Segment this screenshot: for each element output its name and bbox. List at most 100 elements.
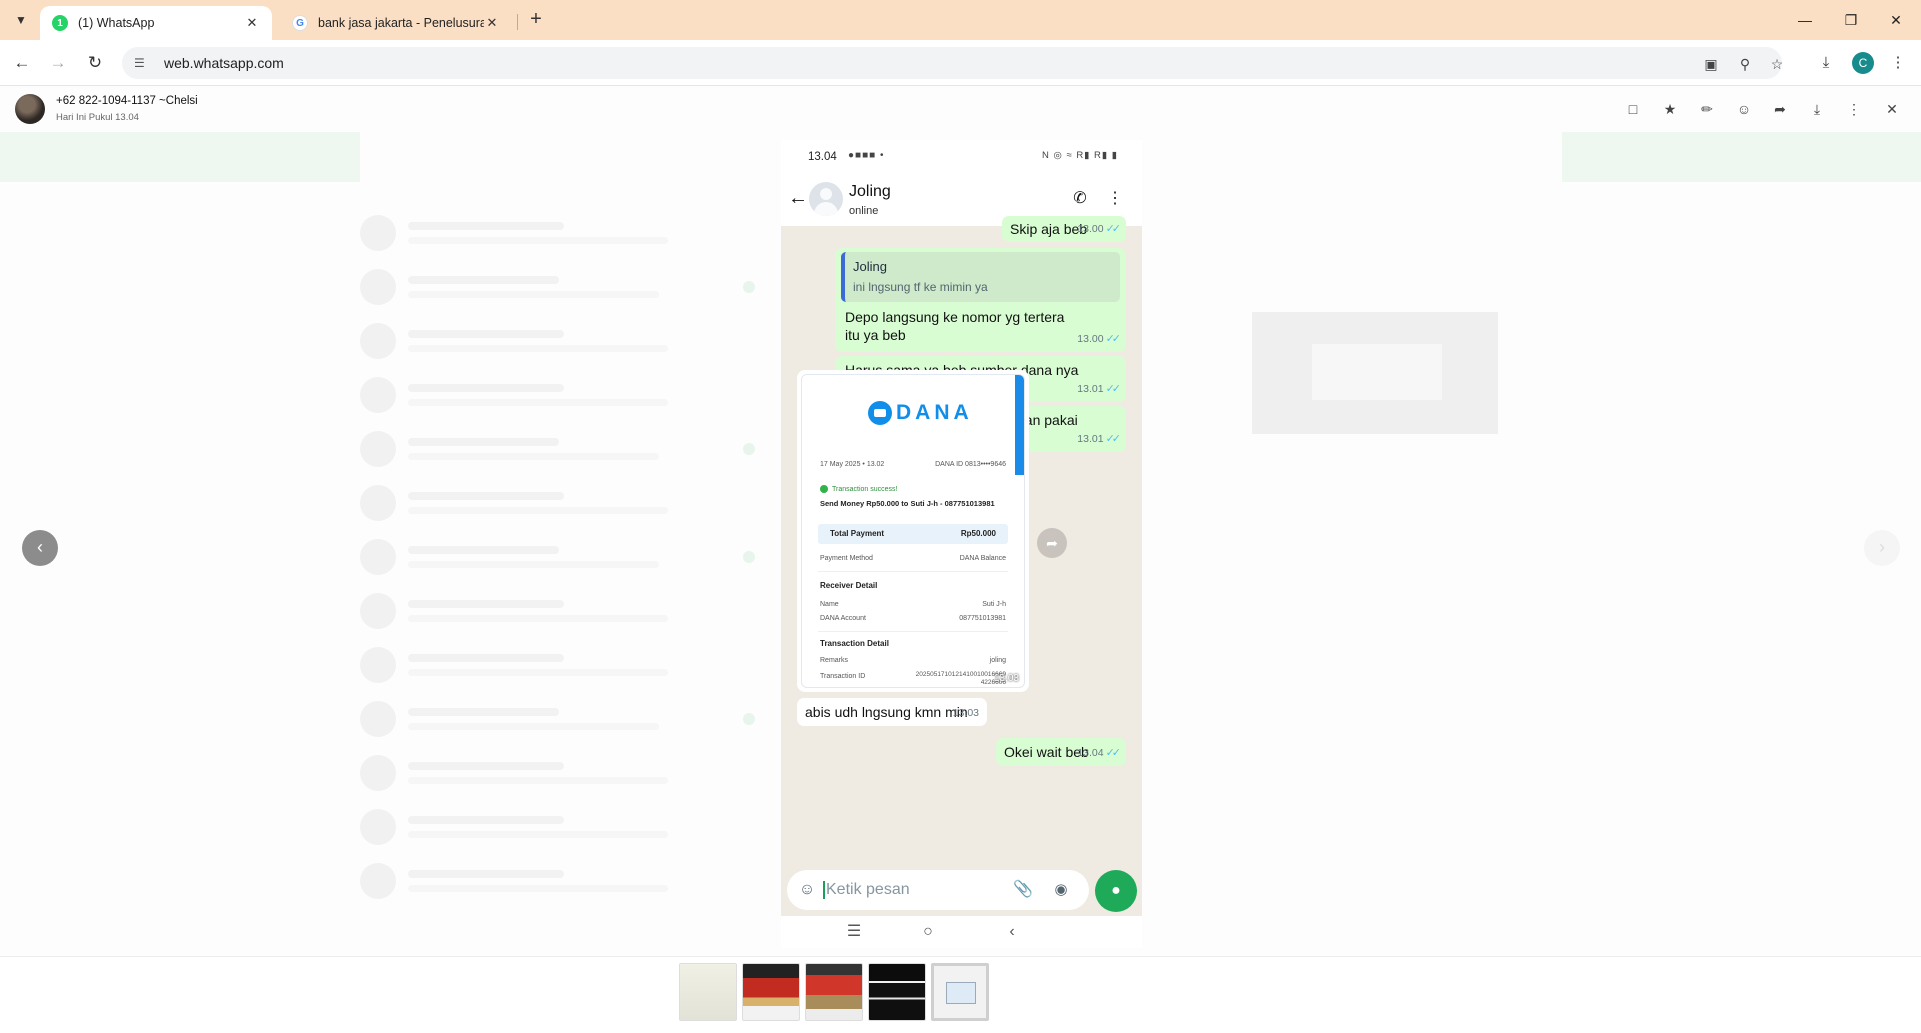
media-thumbnail[interactable]: [805, 963, 863, 1021]
more-options-icon[interactable]: ⋮: [1844, 99, 1864, 119]
double-check-icon: ✓✓: [1105, 433, 1122, 445]
reload-icon[interactable]: ↻: [83, 51, 107, 75]
double-check-icon: ✓✓: [1105, 223, 1122, 235]
quote-text: ini lngsung tf ke mimin ya: [853, 280, 988, 294]
android-nav-bar: ☰ ○ ‹: [781, 916, 1142, 948]
nav-back-chevron-icon: ‹: [1009, 923, 1015, 940]
media-thumbnail[interactable]: [868, 963, 926, 1021]
minimize-icon[interactable]: —: [1793, 8, 1817, 32]
receipt-receiver-title: Receiver Detail: [820, 581, 878, 590]
receipt-method-label: Payment Method: [820, 555, 873, 562]
contact-avatar: [809, 182, 843, 216]
backdrop-preview-card: [1252, 312, 1498, 434]
quote-author: Joling: [853, 259, 887, 274]
restore-icon[interactable]: ❐: [1839, 8, 1863, 32]
microphone-icon: ●: [1095, 870, 1137, 912]
pin-icon[interactable]: ✏: [1697, 99, 1717, 119]
receipt-header: [802, 375, 1024, 475]
tab-google-search[interactable]: G bank jasa jakarta - Penelusuran ✕: [280, 6, 512, 40]
message-meta: 13.00 ✓✓: [1077, 330, 1122, 348]
message-time: 13.03: [952, 707, 979, 719]
signal-battery-icons: N ◎ ≈ R▮ R▮ ▮: [1042, 150, 1118, 161]
receipt-remarks-value: joling: [989, 657, 1006, 664]
receipt-total-value: Rp50.000: [960, 529, 996, 538]
list-item: [360, 314, 755, 368]
backdrop-banner: [1562, 132, 1921, 182]
next-media-chevron-icon[interactable]: ›: [1864, 530, 1900, 566]
browser-toolbar: ← → ↻ ☰ web.whatsapp.com ▣ ⚲ ☆ ⤓ C ⋮: [0, 40, 1921, 86]
back-arrow-icon[interactable]: ←: [10, 51, 34, 75]
tab-title: bank jasa jakarta - Penelusuran: [318, 16, 484, 30]
list-item: [360, 476, 755, 530]
receipt-remarks-label: Remarks: [820, 657, 849, 664]
sender-timestamp: Hari Ini Pukul 13.04: [56, 112, 139, 123]
tab-whatsapp[interactable]: 1 (1) WhatsApp ✕: [40, 6, 272, 40]
media-thumbnail[interactable]: [679, 963, 737, 1021]
message-input: [826, 880, 1006, 900]
message-meta: 13.01 ✓✓: [1077, 380, 1121, 398]
sender-name: +62 822-1094-1137 ~Chelsi: [56, 95, 198, 107]
list-item: [360, 206, 755, 260]
browser-menu-icon[interactable]: ⋮: [1886, 51, 1910, 75]
browser-tab-bar: ▼ 1 (1) WhatsApp ✕ G bank jasa jakarta -…: [0, 0, 1921, 40]
close-window-icon[interactable]: ✕: [1884, 8, 1908, 32]
message-outgoing: Okei wait beb 13.04 ✓✓: [996, 738, 1126, 766]
contact-name: Joling: [849, 183, 891, 200]
message-time: 13.01: [1077, 433, 1104, 445]
tab-search-chevron-icon[interactable]: ▼: [10, 9, 32, 31]
previous-media-chevron-icon[interactable]: ‹: [22, 530, 58, 566]
image-message: DANA 17 May 2025 • 13.02 DANA ID 0813•••…: [797, 370, 1029, 692]
message-text: Depo langsung ke nomor yg tertera itu ya…: [845, 309, 1065, 343]
receipt-status-text: Transaction success!: [832, 485, 898, 493]
list-item: [360, 422, 755, 476]
dana-receipt-image: DANA 17 May 2025 • 13.02 DANA ID 0813•••…: [801, 374, 1025, 688]
site-info-icon[interactable]: ☰: [134, 56, 154, 70]
profile-avatar[interactable]: C: [1852, 52, 1874, 74]
dana-wallet-icon: [868, 401, 892, 425]
receipt-name-label: Name: [820, 601, 839, 608]
list-item: [360, 800, 755, 854]
double-check-icon: ✓✓: [1105, 333, 1122, 345]
receipt-total-label: Total Payment: [830, 529, 885, 538]
receipt-transaction-title: Transaction Detail: [820, 639, 889, 648]
media-thumbnail[interactable]: [742, 963, 800, 1021]
list-item: [360, 368, 755, 422]
sender-avatar[interactable]: [15, 94, 45, 124]
sticker-emoji-icon: ☺: [798, 881, 816, 898]
downloads-icon[interactable]: ⤓: [1814, 51, 1838, 75]
camera-icon: ◉: [1054, 881, 1068, 898]
close-tab-icon[interactable]: ✕: [484, 15, 500, 31]
image-time: 13.03: [993, 673, 1019, 684]
forward-arrow-icon[interactable]: →: [46, 51, 70, 75]
address-bar[interactable]: ☰ web.whatsapp.com ▣ ⚲ ☆: [122, 47, 1783, 79]
more-options-icon: ⋮: [1107, 190, 1123, 207]
new-tab-plus-icon[interactable]: +: [524, 8, 548, 32]
double-check-icon: ✓✓: [1105, 747, 1122, 759]
backdrop-banner: [0, 132, 360, 182]
zoom-icon[interactable]: ⚲: [1736, 55, 1754, 73]
install-app-icon[interactable]: ▣: [1702, 55, 1720, 73]
media-thumbnail-selected[interactable]: [931, 963, 989, 1021]
list-item: [360, 584, 755, 638]
message-time: 13.04: [1077, 747, 1104, 759]
forward-icon[interactable]: ➦: [1770, 99, 1790, 119]
close-viewer-icon[interactable]: ✕: [1882, 99, 1902, 119]
receipt-txn-id-value: 20250517101214100100166694226606: [915, 671, 1006, 686]
media-viewer-header: +62 822-1094-1137 ~Chelsi Hari Ini Pukul…: [0, 86, 1921, 132]
message-outgoing: Skip aja beb 13.00 ✓✓: [1002, 216, 1126, 242]
back-arrow-icon: ←: [788, 187, 808, 209]
list-item: [360, 746, 755, 800]
status-time: 13.04: [808, 151, 837, 163]
quoted-message: Joling ini lngsung tf ke mimin ya: [841, 252, 1120, 302]
star-icon[interactable]: ★: [1660, 99, 1680, 119]
close-tab-icon[interactable]: ✕: [244, 15, 260, 31]
message-meta: 13.01 ✓✓: [1077, 430, 1122, 448]
bookmark-star-icon[interactable]: ☆: [1768, 55, 1786, 73]
react-emoji-icon[interactable]: ☺: [1734, 99, 1754, 119]
whatsapp-favicon-icon: 1: [52, 15, 68, 31]
download-icon[interactable]: ⤓: [1807, 99, 1827, 119]
receipt-date: 17 May 2025 • 13.02: [820, 461, 885, 468]
reply-icon[interactable]: □: [1623, 99, 1643, 119]
text-cursor: [823, 881, 825, 899]
receipt-headline: Send Money Rp50.000 to Suti J-h - 087751…: [820, 499, 995, 508]
